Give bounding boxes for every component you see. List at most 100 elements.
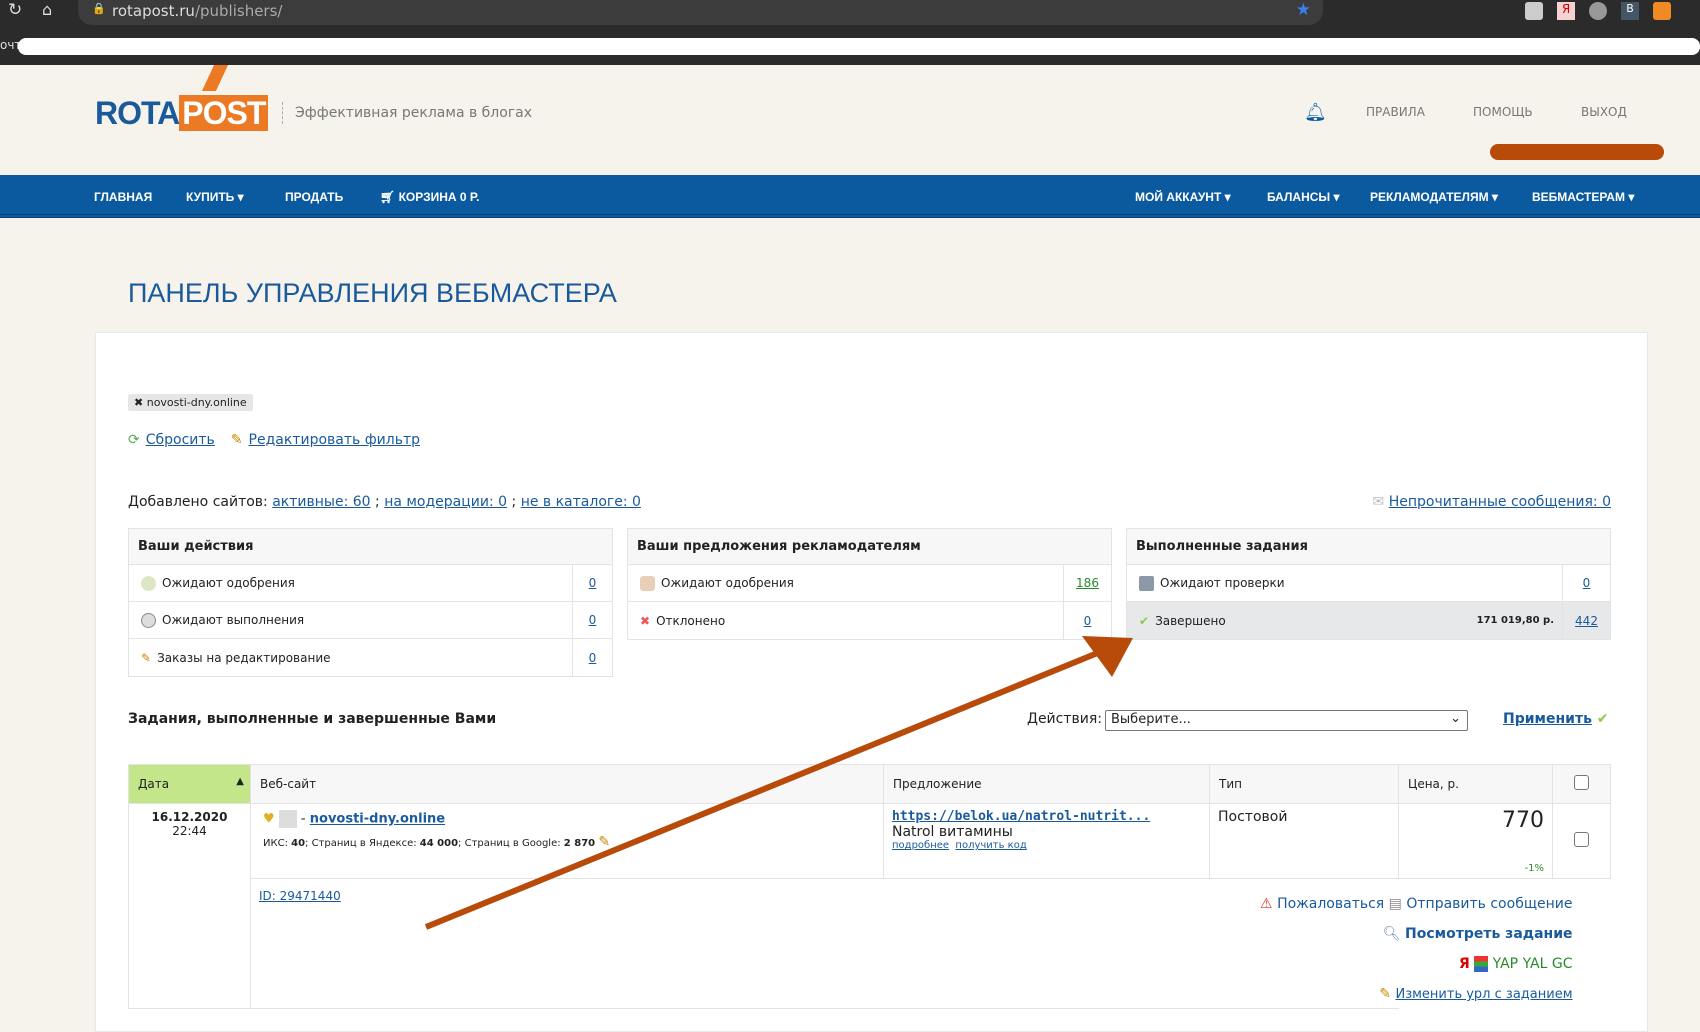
send-message-link[interactable]: Отправить сообщение: [1406, 896, 1572, 912]
change-url-link[interactable]: Изменить урл с заданием: [1395, 987, 1572, 1002]
logo-text-rota: ROTA: [95, 95, 180, 131]
refresh-icon: ⟳: [128, 432, 140, 448]
heart-icon: ♥: [263, 811, 275, 827]
remove-tag-icon[interactable]: ✖: [134, 396, 147, 409]
count-link[interactable]: 0: [589, 651, 597, 665]
count-link[interactable]: 0: [1583, 576, 1591, 590]
column-date[interactable]: Дата ▲: [128, 764, 251, 804]
apply-link[interactable]: Применить: [1503, 711, 1592, 727]
edit-filter-link[interactable]: Редактировать фильтр: [249, 432, 420, 448]
complain-link[interactable]: Пожаловаться: [1277, 896, 1384, 912]
column-offer[interactable]: Предложение: [883, 764, 1210, 804]
list-item: Ожидают одобрения 186: [628, 565, 1111, 602]
nav-balances-label: БАЛАНСЫ: [1267, 190, 1331, 204]
sites-label: Добавлено сайтов:: [128, 494, 268, 510]
count-link[interactable]: 0: [589, 576, 597, 590]
user-icon: [640, 575, 655, 591]
nav-cart[interactable]: 🛒︎ КОРЗИНА 0 Р.: [380, 190, 479, 204]
price-value: 770: [1502, 808, 1544, 833]
unread-messages: ✉ Непрочитанные сообщения: 0: [1373, 494, 1611, 510]
review-icon: [1139, 575, 1154, 591]
count-link[interactable]: 442: [1575, 614, 1598, 628]
column-type[interactable]: Тип: [1209, 764, 1399, 804]
sites-summary: Добавлено сайтов: активные: 60 ; на моде…: [128, 494, 641, 510]
task-actions: ⚠ Пожаловаться ▤ Отправить сообщение 🔍︎ …: [1260, 889, 1572, 1010]
logout-link[interactable]: ВЫХОД: [1581, 105, 1627, 119]
completed-tasks-box: Выполненные задания Ожидают проверки 0 ✔ З…: [1126, 528, 1611, 640]
column-select-all: [1552, 764, 1611, 804]
vk-extension-icon[interactable]: B: [1621, 2, 1639, 20]
unread-messages-link[interactable]: Непрочитанные сообщения: 0: [1389, 494, 1611, 510]
table-row-details: ID: 29471440 ⚠ Пожаловаться ▤ Отправить …: [129, 878, 1611, 1009]
list-item: ✎ Заказы на редактирование 0: [129, 639, 612, 676]
redaction-mark: [1490, 144, 1664, 160]
pencil-icon: ✎: [230, 432, 243, 448]
nav-advertisers[interactable]: РЕКЛАМОДАТЕЛЯМ ▾: [1370, 190, 1498, 204]
nav-webmasters[interactable]: ВЕБМАСТЕРАМ ▾: [1532, 190, 1634, 204]
home-icon[interactable]: ⌂: [42, 0, 52, 19]
nav-sell[interactable]: ПРОДАТЬ: [285, 190, 343, 204]
view-task-link[interactable]: Посмотреть задание: [1405, 926, 1572, 942]
more-link[interactable]: подробнее: [892, 840, 949, 851]
row-checkbox[interactable]: [1574, 832, 1589, 847]
address-bar[interactable]: 🔒 rotapost.ru/publishers/ ★: [78, 0, 1323, 25]
task-time: 22:44: [172, 824, 207, 838]
help-link[interactable]: ПОМОЩЬ: [1473, 105, 1533, 119]
yandex-pages: 44 000: [419, 838, 459, 849]
adblock-icon[interactable]: [1589, 2, 1607, 20]
yandex-extension-icon[interactable]: Я: [1557, 2, 1575, 20]
price-cell: 770 -1%: [1398, 803, 1553, 879]
chevron-down-icon: ⌄: [1450, 711, 1461, 726]
not-in-catalog-link[interactable]: не в каталоге: 0: [521, 494, 641, 510]
actions-select-value: Выберите...: [1111, 712, 1191, 727]
bookmark-star-icon[interactable]: ★: [1296, 0, 1311, 20]
box-title: Ваши действия: [129, 529, 612, 565]
task-id-link[interactable]: ID: 29471440: [259, 889, 341, 903]
pencil-icon: ✎: [1379, 986, 1392, 1002]
moderation-sites-link[interactable]: на модерации: 0: [384, 494, 507, 510]
row-label: Заказы на редактирование: [157, 650, 331, 665]
nav-account[interactable]: МОЙ АККАУНТ ▾: [1135, 190, 1231, 204]
task-details-cell: ID: 29471440 ⚠ Пожаловаться ▤ Отправить …: [250, 878, 1573, 1009]
lock-icon: 🔒: [92, 2, 106, 15]
tagline: Эффективная реклама в блогах: [282, 102, 532, 124]
nav-home[interactable]: ГЛАВНАЯ: [94, 190, 152, 204]
count-link[interactable]: 0: [589, 613, 597, 627]
reload-icon[interactable]: ↻: [8, 0, 22, 20]
logo-text-post: POST: [179, 95, 269, 131]
actions-select[interactable]: Выберите... ⌄: [1105, 710, 1468, 731]
reset-link[interactable]: Сбросить: [146, 432, 215, 448]
box-title: Выполненные задания: [1127, 529, 1610, 565]
index-codes: YAP YAL GC: [1492, 956, 1573, 972]
offer-link[interactable]: https://belok.ua/natrol-nutrit...: [892, 809, 1150, 824]
check-icon: ✔: [1596, 711, 1609, 727]
count-link[interactable]: 186: [1076, 576, 1099, 590]
iks-value: 40: [291, 838, 306, 849]
extension-icon[interactable]: [1525, 2, 1543, 20]
nav-buy[interactable]: КУПИТЬ ▾: [186, 190, 244, 204]
select-all-checkbox[interactable]: [1574, 775, 1589, 790]
type-cell: Постовой: [1209, 803, 1399, 879]
bell-icon[interactable]: 🔔︎: [1304, 102, 1327, 123]
apply-button[interactable]: Применить ✔: [1503, 711, 1609, 727]
count-link[interactable]: 0: [1084, 614, 1092, 628]
rules-link[interactable]: ПРАВИЛА: [1366, 105, 1425, 119]
url-path: /publishers/: [194, 2, 283, 20]
row-label: Отклонено: [656, 613, 726, 628]
column-price[interactable]: Цена, р.: [1398, 764, 1553, 804]
filter-tag-label: novosti-dny.online: [146, 396, 247, 409]
list-item: Ожидают выполнения 0: [129, 602, 612, 639]
site-link[interactable]: novosti-dny.online: [310, 812, 445, 827]
table-header: Дата ▲ Веб-сайт Предложение Тип Цена, р.: [128, 764, 1611, 804]
rotapost-logo[interactable]: ROTAPOST: [95, 95, 269, 132]
rss-icon[interactable]: [1653, 2, 1671, 20]
filter-tag[interactable]: ✖ novosti-dny.online: [128, 394, 253, 411]
warning-icon: ⚠: [1260, 896, 1273, 912]
column-website[interactable]: Веб-сайт: [250, 764, 884, 804]
get-code-link[interactable]: получить код: [955, 840, 1026, 851]
nav-balances[interactable]: БАЛАНСЫ ▾: [1267, 190, 1340, 204]
active-sites-link[interactable]: активные: 60: [272, 494, 370, 510]
list-item: ✖ Отклонено 0: [628, 602, 1111, 639]
edit-pencil-icon[interactable]: ✎: [598, 834, 610, 850]
row-label: Завершено: [1155, 613, 1226, 628]
